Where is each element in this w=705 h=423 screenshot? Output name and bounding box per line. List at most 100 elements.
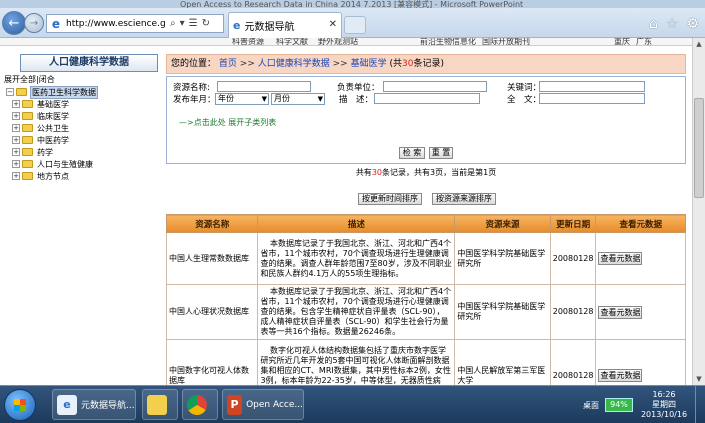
tree-root[interactable]: − 医药卫生科学数据	[6, 85, 98, 99]
taskbar-item-powerpoint[interactable]: P Open Acce...	[222, 389, 304, 420]
forward-icon[interactable]: →	[24, 13, 44, 33]
system-tray: 桌面 94% 16:26 星期四 2013/10/16	[583, 386, 705, 423]
year-select[interactable]: 年份 ▼	[215, 93, 269, 105]
desktop-toolbar[interactable]: 桌面	[583, 400, 599, 411]
view-metadata-button[interactable]: 查看元数据	[598, 252, 643, 265]
taskbar-item-chrome[interactable]	[182, 389, 218, 420]
scroll-down-icon[interactable]: ▼	[693, 373, 705, 385]
tree-label[interactable]: 基础医学	[36, 99, 70, 110]
sort-by-source-button[interactable]: 按资源来源排序	[432, 193, 496, 205]
resource-desc: 本数据库记录了于我国北京、浙江、河北和广西4个省市，11个城市农村，70个调查现…	[257, 232, 456, 285]
view-metadata-button[interactable]: 查看元数据	[598, 369, 643, 382]
resource-name[interactable]: 中国人心理状况数据库	[165, 284, 259, 340]
expand-toggle-icon[interactable]: +	[12, 160, 20, 168]
search-icon[interactable]: ⌕	[170, 18, 176, 29]
tree-label[interactable]: 医药卫生科学数据	[30, 85, 98, 99]
compat-icon[interactable]: ☰	[189, 18, 198, 29]
expand-toggle-icon[interactable]: +	[12, 136, 20, 144]
gear-icon[interactable]: ⚙	[686, 16, 699, 32]
fulltext-input[interactable]	[539, 93, 645, 104]
breadcrumb-level1-link[interactable]: 人口健康科学数据	[258, 59, 330, 69]
topnav-item[interactable]: 野外观测站	[318, 38, 358, 45]
dropdown-icon[interactable]: ▾	[180, 18, 185, 29]
tree-item-pharmacy[interactable]: + 药学	[6, 146, 98, 158]
expand-toggle-icon[interactable]: +	[12, 148, 20, 156]
back-icon[interactable]: ←	[2, 11, 26, 35]
tree-label[interactable]: 公共卫生	[36, 123, 70, 134]
new-tab-button[interactable]	[344, 16, 366, 34]
taskbar-item-label: Open Acce...	[246, 399, 303, 410]
powerpoint-icon: P	[227, 394, 243, 415]
summary-total: 30	[371, 168, 382, 177]
resource-name-input[interactable]	[217, 81, 311, 92]
resource-desc: 本数据库记录了于我国北京、浙江、河北和广西4个省市，11个城市农村，70个调查现…	[257, 284, 456, 340]
folder-icon	[22, 160, 33, 168]
expand-toggle-icon[interactable]: +	[12, 124, 20, 132]
collapse-link[interactable]: 闭合	[39, 75, 55, 84]
month-select-value: 月份	[274, 94, 290, 103]
address-bar[interactable]: e http://www.escience.g ⌕ ▾ ☰ ↻	[46, 14, 224, 33]
tree-item-tcm[interactable]: + 中医药学	[6, 134, 98, 146]
breadcrumb-level2-link[interactable]: 基础医学	[351, 59, 387, 69]
show-desktop-button[interactable]	[695, 386, 705, 423]
column-header: 描述	[257, 214, 456, 233]
vertical-scrollbar[interactable]: ▲ ▼	[692, 38, 705, 385]
tree-label[interactable]: 中医药学	[36, 135, 70, 146]
tree-controls: 展开全部|闭合	[4, 74, 55, 85]
refresh-icon[interactable]: ↻	[202, 18, 210, 29]
topnav-item[interactable]: 科普资源	[232, 38, 264, 45]
month-select[interactable]: 月份 ▼	[271, 93, 325, 105]
breadcrumb-home-link[interactable]: 首页	[219, 59, 237, 69]
tree-item-public-health[interactable]: + 公共卫生	[6, 122, 98, 134]
close-tab-icon[interactable]: ✕	[329, 19, 337, 30]
expand-toggle-icon[interactable]: +	[12, 112, 20, 120]
start-button[interactable]	[4, 389, 36, 421]
breadcrumb-sep: >>	[239, 59, 255, 69]
clock[interactable]: 16:26 星期四 2013/10/16	[639, 390, 689, 420]
battery-icon[interactable]: 94%	[605, 398, 633, 412]
topnav-item[interactable]: 重庆	[614, 38, 630, 45]
expand-toggle-icon[interactable]: +	[12, 172, 20, 180]
expand-toggle-icon[interactable]: +	[12, 100, 20, 108]
sort-by-time-button[interactable]: 按更新时间排序	[358, 193, 422, 205]
ie-icon: e	[51, 16, 61, 31]
resource-name[interactable]: 中国人生理常数数据库	[165, 232, 259, 285]
tree-label[interactable]: 人口与生殖健康	[36, 159, 94, 170]
keyword-input[interactable]	[539, 81, 645, 92]
expand-all-link[interactable]: 展开全部	[4, 75, 36, 84]
table-row: 中国数字化可视人体数据库 数字化可视人体结构数据集包括了重庆市数字医学研究所近几…	[165, 339, 686, 385]
describe-input[interactable]	[374, 93, 480, 104]
scroll-thumb[interactable]	[694, 98, 704, 198]
tree-item-reproductive-health[interactable]: + 人口与生殖健康	[6, 158, 98, 170]
expand-subcategories-link[interactable]: —>点击此处 展开子类列表	[179, 117, 276, 128]
responsible-input[interactable]	[383, 81, 487, 92]
resource-name[interactable]: 中国数字化可视人体数据库	[165, 339, 259, 385]
tree-label[interactable]: 地方节点	[36, 171, 70, 182]
taskbar-item-label: 元数据导航...	[81, 401, 135, 411]
taskbar-item-explorer[interactable]	[142, 389, 178, 420]
topnav-item[interactable]: 国际开放期刊	[482, 38, 530, 45]
breadcrumb-count: 30	[402, 59, 414, 69]
folder-icon	[22, 112, 33, 120]
scroll-up-icon[interactable]: ▲	[693, 38, 705, 50]
tree-item-basic-medicine[interactable]: + 基础医学	[6, 98, 98, 110]
reset-button[interactable]: 重 置	[429, 147, 453, 159]
star-icon[interactable]: ☆	[666, 16, 679, 32]
breadcrumb-count-open: (共	[389, 59, 403, 69]
home-icon[interactable]: ⌂	[649, 16, 658, 32]
tree-item-clinical-medicine[interactable]: + 临床医学	[6, 110, 98, 122]
topnav-item[interactable]: 广东	[636, 38, 652, 45]
tab-ie-icon: e	[233, 19, 241, 32]
search-button[interactable]: 检 索	[399, 147, 425, 159]
tab-metadata-nav[interactable]: e 元数据导航 ✕	[228, 12, 342, 38]
tree-label[interactable]: 药学	[36, 147, 54, 158]
tree-label[interactable]: 临床医学	[36, 111, 70, 122]
view-metadata-button[interactable]: 查看元数据	[598, 305, 643, 319]
taskbar-item-browser[interactable]: e 元数据导航...	[52, 389, 136, 420]
collapse-toggle-icon[interactable]: −	[6, 88, 14, 96]
tree-item-local-nodes[interactable]: + 地方节点	[6, 170, 98, 182]
search-form: 资源名称: 负责单位： 关键词： 发布年月： 年份 ▼ 月份 ▼ 描 述： 全 文：…	[166, 76, 686, 164]
topnav-item[interactable]: 前沿生物信息化	[420, 38, 476, 45]
topnav-item[interactable]: 科学文献	[276, 38, 308, 45]
address-url[interactable]: http://www.escience.g	[66, 19, 166, 29]
